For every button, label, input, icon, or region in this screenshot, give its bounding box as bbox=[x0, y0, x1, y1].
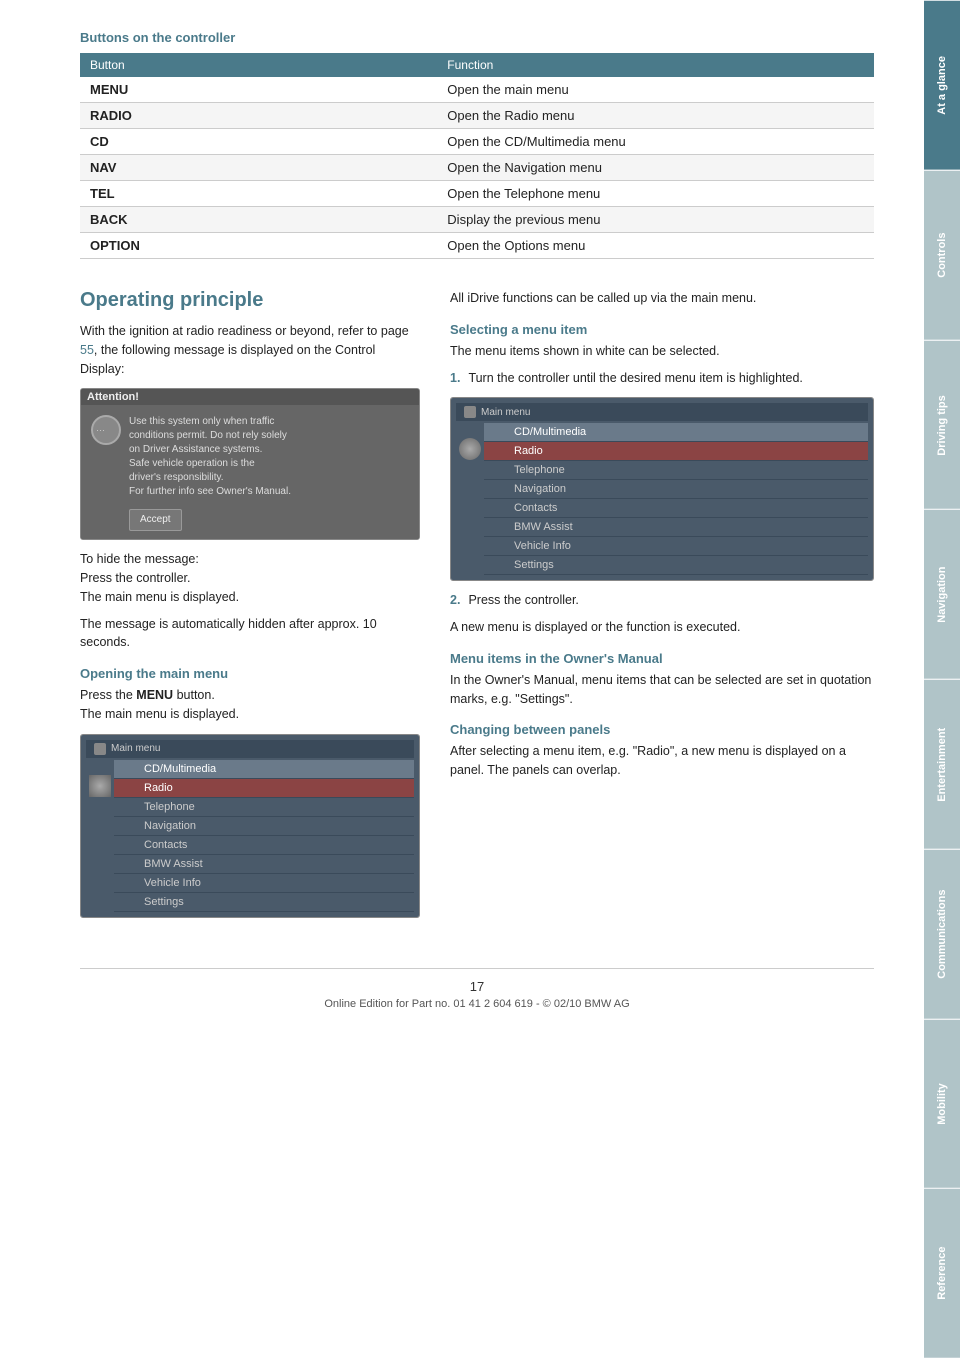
function-cell: Display the previous menu bbox=[437, 207, 874, 233]
menu-item: Contacts bbox=[484, 499, 868, 518]
table-row: OPTIONOpen the Options menu bbox=[80, 233, 874, 259]
main-content: Buttons on the controller Button Functio… bbox=[0, 0, 924, 1358]
table-row: TELOpen the Telephone menu bbox=[80, 181, 874, 207]
function-cell: Open the Navigation menu bbox=[437, 155, 874, 181]
left-column: Operating principle With the ignition at… bbox=[80, 289, 420, 928]
step-1: 1. Turn the controller until the desired… bbox=[450, 369, 874, 388]
function-cell: Open the CD/Multimedia menu bbox=[437, 129, 874, 155]
sidebar-tab-at-a-glance[interactable]: At a glance bbox=[924, 0, 960, 170]
buttons-section: Buttons on the controller Button Functio… bbox=[80, 30, 874, 259]
menu-item: Telephone bbox=[484, 461, 868, 480]
menu-item: Radio bbox=[484, 442, 868, 461]
button-cell: CD bbox=[80, 129, 437, 155]
attention-box: Attention! Use this system only when tra… bbox=[81, 389, 419, 539]
menu-item: Telephone bbox=[114, 798, 414, 817]
button-cell: MENU bbox=[80, 77, 437, 103]
button-cell: RADIO bbox=[80, 103, 437, 129]
copyright-text: Online Edition for Part no. 01 41 2 604 … bbox=[324, 998, 629, 1010]
owners-manual-text: In the Owner's Manual, menu items that c… bbox=[450, 671, 874, 709]
table-row: MENUOpen the main menu bbox=[80, 77, 874, 103]
attention-screen: Attention! Use this system only when tra… bbox=[80, 388, 420, 540]
menu-item: Vehicle Info bbox=[114, 874, 414, 893]
opening-main-menu-text: Press the MENU button. The main menu is … bbox=[80, 686, 420, 724]
table-row: RADIOOpen the Radio menu bbox=[80, 103, 874, 129]
opening-main-menu-heading: Opening the main menu bbox=[80, 666, 420, 681]
table-row: BACKDisplay the previous menu bbox=[80, 207, 874, 233]
sidebar-tab-mobility[interactable]: Mobility bbox=[924, 1019, 960, 1189]
button-cell: BACK bbox=[80, 207, 437, 233]
menu-item: Navigation bbox=[114, 817, 414, 836]
col-header-button: Button bbox=[80, 53, 437, 77]
right-column: All iDrive functions can be called up vi… bbox=[450, 289, 874, 928]
function-cell: Open the Telephone menu bbox=[437, 181, 874, 207]
button-table: Button Function MENUOpen the main menuRA… bbox=[80, 53, 874, 259]
hide-message-text: To hide the message: Press the controlle… bbox=[80, 550, 420, 606]
function-cell: Open the Radio menu bbox=[437, 103, 874, 129]
auto-hidden-text: The message is automatically hidden afte… bbox=[80, 615, 420, 653]
button-cell: NAV bbox=[80, 155, 437, 181]
all-functions-text: All iDrive functions can be called up vi… bbox=[450, 289, 874, 308]
menu-item: Contacts bbox=[114, 836, 414, 855]
menu-item: BMW Assist bbox=[114, 855, 414, 874]
page-ref-link[interactable]: 55 bbox=[80, 343, 94, 357]
main-menu-screen-left: Main menu CD/MultimediaRadioTelephoneNav… bbox=[80, 734, 420, 918]
footer: 17 Online Edition for Part no. 01 41 2 6… bbox=[80, 968, 874, 1010]
function-cell: Open the Options menu bbox=[437, 233, 874, 259]
col-header-function: Function bbox=[437, 53, 874, 77]
menu-item: CD/Multimedia bbox=[484, 423, 868, 442]
button-cell: OPTION bbox=[80, 233, 437, 259]
step-2: 2. Press the controller. bbox=[450, 591, 874, 610]
menu-item: Settings bbox=[484, 556, 868, 575]
changing-panels-text: After selecting a menu item, e.g. "Radio… bbox=[450, 742, 874, 780]
sidebar-tab-driving-tips[interactable]: Driving tips bbox=[924, 340, 960, 510]
menu-item: Navigation bbox=[484, 480, 868, 499]
owners-manual-heading: Menu items in the Owner's Manual bbox=[450, 651, 874, 666]
table-row: NAVOpen the Navigation menu bbox=[80, 155, 874, 181]
button-cell: TEL bbox=[80, 181, 437, 207]
step-2-result: A new menu is displayed or the function … bbox=[450, 618, 874, 637]
menu-bar-title-right: Main menu bbox=[456, 403, 868, 421]
sidebar-tab-communications[interactable]: Communications bbox=[924, 849, 960, 1019]
operating-principle-heading: Operating principle bbox=[80, 289, 420, 312]
changing-panels-heading: Changing between panels bbox=[450, 722, 874, 737]
menu-item: Settings bbox=[114, 893, 414, 912]
controller-icon bbox=[91, 415, 121, 445]
function-cell: Open the main menu bbox=[437, 77, 874, 103]
menu-item: BMW Assist bbox=[484, 518, 868, 537]
menu-bar-icon-right bbox=[464, 406, 476, 418]
sidebar: At a glance Controls Driving tips Naviga… bbox=[924, 0, 960, 1358]
menu-item: Vehicle Info bbox=[484, 537, 868, 556]
accept-button[interactable]: Accept bbox=[129, 509, 182, 531]
menu-item: Radio bbox=[114, 779, 414, 798]
intro-paragraph: With the ignition at radio readiness or … bbox=[80, 322, 420, 378]
buttons-section-title: Buttons on the controller bbox=[80, 30, 874, 45]
menu-bar-title-left: Main menu bbox=[86, 740, 414, 758]
attention-body: Use this system only when traffic condit… bbox=[129, 415, 409, 531]
table-row: CDOpen the CD/Multimedia menu bbox=[80, 129, 874, 155]
sidebar-tab-navigation[interactable]: Navigation bbox=[924, 509, 960, 679]
page-number: 17 bbox=[80, 979, 874, 994]
sidebar-tab-entertainment[interactable]: Entertainment bbox=[924, 679, 960, 849]
selecting-menu-item-heading: Selecting a menu item bbox=[450, 322, 874, 337]
menu-bar-icon bbox=[94, 743, 106, 755]
menu-item: CD/Multimedia bbox=[114, 760, 414, 779]
selecting-text: The menu items shown in white can be sel… bbox=[450, 342, 874, 361]
operating-principle-section: Operating principle With the ignition at… bbox=[80, 289, 874, 928]
main-menu-screen-right: Main menu CD/MultimediaRadioTelephoneNav… bbox=[450, 397, 874, 581]
attention-title: Attention! bbox=[81, 389, 419, 405]
sidebar-tab-reference[interactable]: Reference bbox=[924, 1188, 960, 1358]
sidebar-tab-controls[interactable]: Controls bbox=[924, 170, 960, 340]
